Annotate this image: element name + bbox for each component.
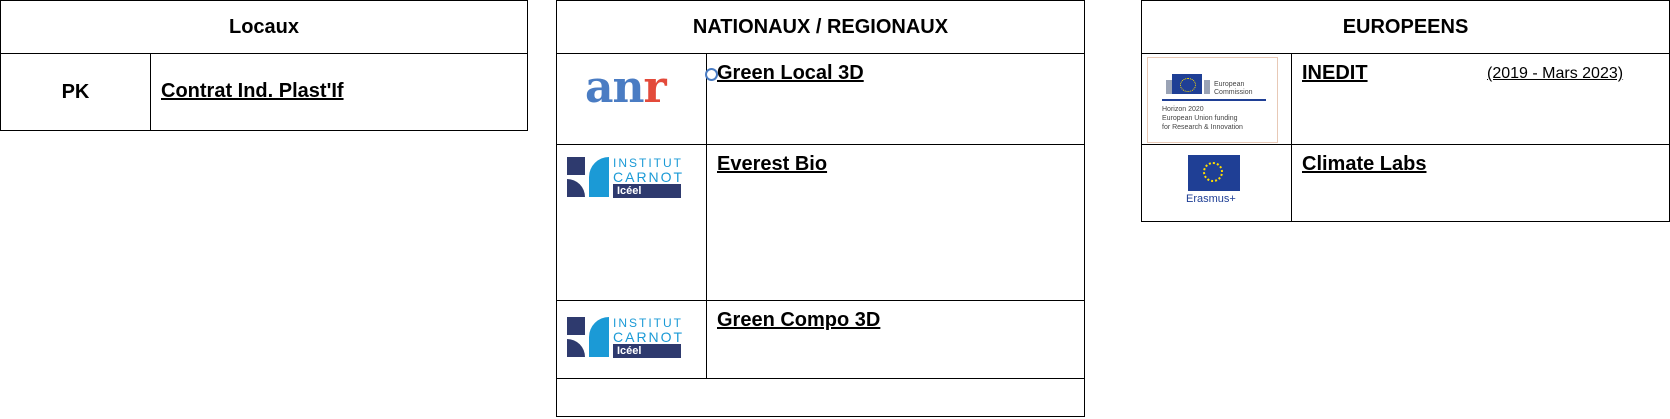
row-label-pk: PK <box>61 81 90 103</box>
institut-carnot-logo: INSTITUT CARNOT Icéel <box>567 156 687 201</box>
ec-logo-sub-1: Horizon 2020 <box>1162 106 1204 113</box>
european-commission-logo: European Commission Horizon 2020 Europea… <box>1147 57 1278 143</box>
link-inedit[interactable]: INEDIT <box>1302 62 1368 85</box>
carnot-logo-text-2: CARNOT <box>613 329 685 345</box>
table-locaux: Locaux PK Contrat Ind. Plast'If <box>0 0 528 131</box>
ec-logo-sub-3: for Research & Innovation <box>1162 124 1243 131</box>
carnot-shape-icon <box>567 317 585 335</box>
table-nationaux-regionaux: NATIONAUX / REGIONAUX anr Green Local 3D… <box>556 0 1085 417</box>
table-cell-left: PK <box>1 54 151 131</box>
link-green-local-3d[interactable]: Green Local 3D <box>717 62 864 85</box>
table-row: European Commission Horizon 2020 Europea… <box>1142 54 1669 145</box>
table-header-europeens: EUROPEENS <box>1142 1 1669 54</box>
carnot-shape-icon <box>567 339 585 357</box>
table-cell-right: Contrat Ind. Plast'If <box>151 54 527 131</box>
ec-logo-title-1: European <box>1214 81 1245 88</box>
carnot-logo-text-2: CARNOT <box>613 169 685 185</box>
link-cell: Everest Bio <box>707 145 1084 300</box>
table-row: INSTITUT CARNOT Icéel Everest Bio <box>557 145 1084 301</box>
anr-logo: anr <box>585 62 718 113</box>
erasmus-logo-text: Erasmus+ <box>1186 193 1236 205</box>
table-europeens: EUROPEENS European Commission Horizon 20… <box>1141 0 1670 222</box>
carnot-logo-text-1: INSTITUT <box>613 156 683 170</box>
link-cell: Green Local 3D <box>707 54 1084 144</box>
carnot-shape-icon <box>589 157 609 197</box>
link-climate-labs[interactable]: Climate Labs <box>1302 153 1426 176</box>
table-row-empty <box>557 379 1084 417</box>
inedit-dates[interactable]: (2019 - Mars 2023) <box>1487 65 1623 83</box>
logo-cell: INSTITUT CARNOT Icéel <box>557 145 707 300</box>
eu-stars-icon <box>1180 78 1196 92</box>
eu-stars-icon <box>1203 162 1223 182</box>
table-header-nationaux: NATIONAUX / REGIONAUX <box>557 1 1084 54</box>
link-everest-bio[interactable]: Everest Bio <box>717 153 827 176</box>
erasmus-plus-logo: Erasmus+ <box>1186 155 1242 215</box>
institut-carnot-logo: INSTITUT CARNOT Icéel <box>567 316 687 361</box>
logo-cell: INSTITUT CARNOT Icéel <box>557 301 707 378</box>
link-contrat-ind-plastif[interactable]: Contrat Ind. Plast'If <box>161 80 344 103</box>
carnot-logo-text-1: INSTITUT <box>613 316 683 330</box>
ec-logo-title-2: Commission <box>1214 89 1253 96</box>
anr-logo-text-an: an <box>585 62 644 113</box>
logo-cell: anr <box>557 54 718 144</box>
link-cell: Climate Labs <box>1292 145 1669 222</box>
anr-logo-text-r: r <box>643 62 667 113</box>
ec-logo-subtitle: Horizon 2020 European Union funding for … <box>1162 105 1243 132</box>
table-row: PK Contrat Ind. Plast'If <box>1 54 527 131</box>
table-row: Erasmus+ Climate Labs <box>1142 145 1669 222</box>
table-header-locaux: Locaux <box>1 1 527 54</box>
table-row: anr Green Local 3D <box>557 54 1084 145</box>
carnot-shape-icon <box>567 157 585 175</box>
ec-logo-sub-2: European Union funding <box>1162 115 1238 122</box>
logo-cell: Erasmus+ <box>1142 145 1292 222</box>
link-cell: INEDIT (2019 - Mars 2023) <box>1292 54 1669 144</box>
carnot-shape-icon <box>567 179 585 197</box>
ec-logo-title: European Commission <box>1214 81 1253 97</box>
carnot-logo-text-3: Icéel <box>613 344 681 358</box>
logo-cell: European Commission Horizon 2020 Europea… <box>1142 54 1292 144</box>
carnot-shape-icon <box>589 317 609 357</box>
ec-divider <box>1162 99 1266 101</box>
link-cell: Green Compo 3D <box>707 301 1084 378</box>
table-row: INSTITUT CARNOT Icéel Green Compo 3D <box>557 301 1084 379</box>
ec-building-icon <box>1204 80 1210 94</box>
carnot-logo-text-3: Icéel <box>613 184 681 198</box>
link-green-compo-3d[interactable]: Green Compo 3D <box>717 309 880 332</box>
